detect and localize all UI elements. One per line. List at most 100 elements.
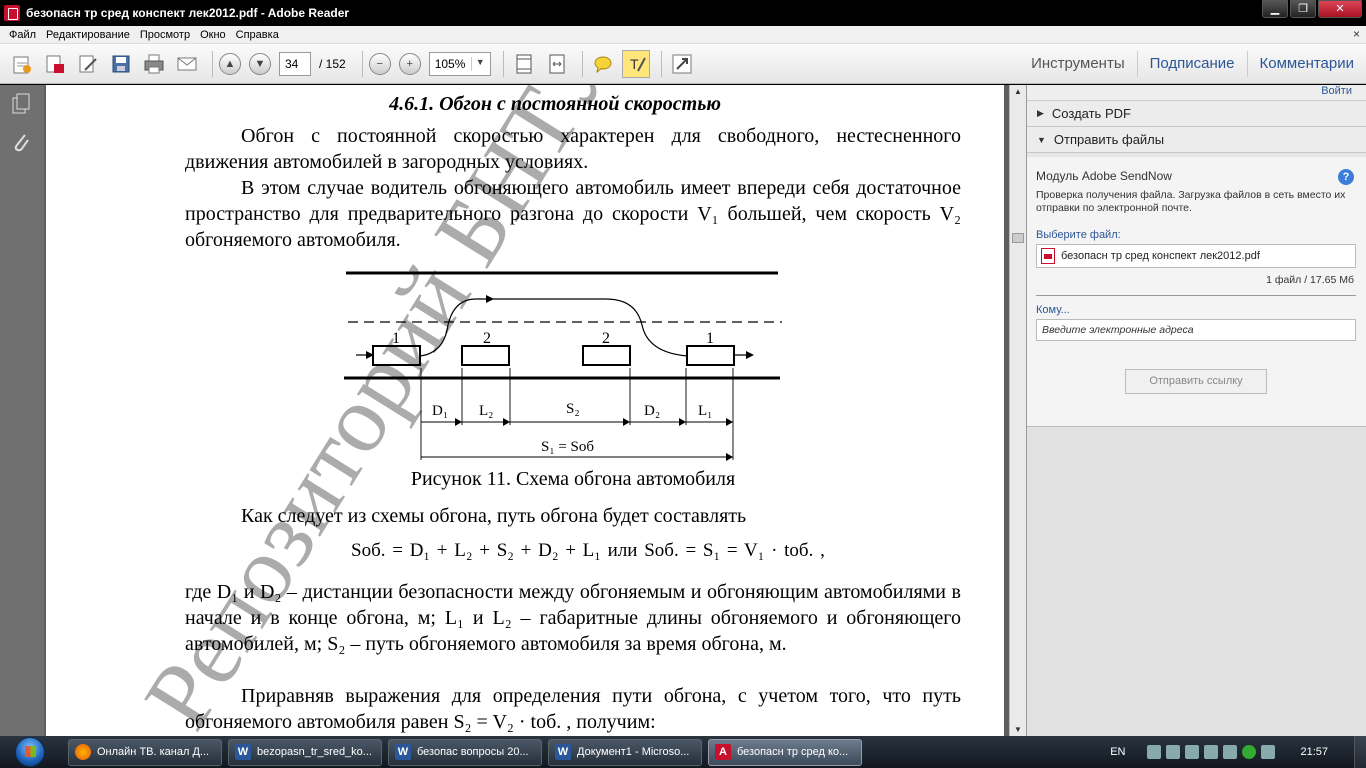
task-label: Онлайн ТВ. канал Д...	[97, 746, 210, 758]
toolbar-separator	[581, 50, 583, 77]
module-description: Проверка получения файла. Загрузка файло…	[1036, 189, 1346, 214]
create-pdf-section[interactable]: ▶ Создать PDF	[1027, 101, 1366, 127]
network-icon[interactable]	[1147, 745, 1162, 759]
create-pdf-icon[interactable]	[41, 50, 69, 78]
firefox-icon	[75, 744, 91, 760]
highlight-icon[interactable]: T	[621, 49, 650, 78]
scrollbar-thumb[interactable]	[1012, 233, 1024, 243]
full-screen-icon[interactable]	[668, 50, 696, 78]
taskbar: Онлайн ТВ. канал Д... W bezopasn_tr_sred…	[0, 736, 1366, 768]
task-panel: Войти ▶ Создать PDF ▼ Отправить файлы Мо…	[1026, 85, 1366, 736]
open-icon[interactable]	[8, 50, 36, 78]
chevron-down-icon: ▼	[1037, 134, 1046, 145]
menu-file[interactable]: Файл	[4, 29, 41, 41]
tools-link[interactable]: Инструменты	[1019, 51, 1137, 77]
file-name: безопасн тр сред конспект лек2012.pdf	[1061, 250, 1260, 262]
window-controls: ▁ ❐ ✕	[1262, 0, 1362, 18]
flag-icon[interactable]	[1185, 745, 1200, 759]
menu-view[interactable]: Просмотр	[135, 29, 195, 41]
system-tray: EN 21:57	[1110, 736, 1366, 768]
paragraph: Как следует из схемы обгона, путь обгона…	[185, 503, 961, 529]
taskbar-item-firefox[interactable]: Онлайн ТВ. канал Д...	[68, 738, 222, 766]
email-icon[interactable]	[173, 50, 201, 78]
car-label: 2	[483, 330, 491, 347]
scroll-down-icon[interactable]: ▼	[1014, 725, 1022, 734]
previous-page-button[interactable]: ▲	[219, 52, 241, 75]
comment-link[interactable]: Комментарии	[1246, 51, 1366, 77]
menu-bar: Файл Редактирование Просмотр Окно Справк…	[0, 26, 1366, 44]
send-link-button[interactable]: Отправить ссылку	[1125, 369, 1267, 394]
file-selector[interactable]: безопасн тр сред конспект лек2012.pdf	[1036, 244, 1356, 268]
sign-link[interactable]: Подписание	[1136, 51, 1247, 77]
chevron-down-icon[interactable]: ▼	[470, 56, 485, 71]
fit-page-icon[interactable]	[510, 50, 538, 78]
task-label: безопасн тр сред ко...	[737, 746, 849, 758]
overtaking-diagram: 1 2 2 1 D₁ L₂ S₂ D₂ L₁ S₁ = Sоб	[344, 271, 782, 461]
close-button[interactable]: ✕	[1318, 0, 1362, 18]
battery-icon[interactable]	[1204, 745, 1219, 759]
save-icon[interactable]	[107, 50, 135, 78]
attachments-icon[interactable]	[10, 131, 32, 153]
panel-empty-area	[1027, 427, 1366, 736]
email-field[interactable]: Введите электронные адреса	[1036, 319, 1356, 341]
zoom-in-button[interactable]: +	[398, 52, 421, 75]
dimension-label: S₂	[566, 401, 580, 417]
toolbar-separator	[212, 50, 213, 77]
menu-help[interactable]: Справка	[231, 29, 284, 41]
vertical-scrollbar[interactable]: ▲ ▼	[1009, 85, 1026, 736]
antivirus-icon[interactable]	[1242, 745, 1257, 759]
chevron-right-icon: ▶	[1037, 108, 1044, 118]
section-heading: 4.6.1. Обгон с постоянной скоростью	[389, 93, 721, 115]
send-files-section[interactable]: ▼ Отправить файлы	[1027, 127, 1366, 153]
page-thumbnails-icon[interactable]	[10, 93, 32, 115]
taskbar-item-word[interactable]: W bezopasn_tr_sred_ko...	[228, 738, 382, 766]
volume-icon[interactable]	[1223, 745, 1238, 759]
file-count: 1 файл / 17.65 Мб	[1266, 274, 1354, 286]
car-label: 2	[602, 330, 610, 347]
adobe-reader-icon	[4, 5, 20, 21]
maximize-button[interactable]: ❐	[1290, 0, 1316, 18]
edit-icon[interactable]	[74, 50, 102, 78]
scroll-up-icon[interactable]: ▲	[1014, 87, 1022, 96]
paragraph-text: Обгон с постоянной скоростью характерен …	[185, 125, 961, 173]
taskbar-item-word[interactable]: W Документ1 - Microso...	[548, 738, 702, 766]
zoom-out-button[interactable]: −	[368, 52, 391, 75]
start-button[interactable]	[10, 736, 50, 768]
adobe-reader-icon: A	[715, 744, 731, 760]
comment-icon[interactable]	[589, 50, 617, 78]
word-icon: W	[235, 744, 251, 760]
dimension-label: L₂	[479, 403, 493, 419]
document-area[interactable]: 4.6.1. Обгон с постоянной скоростью Обго…	[44, 85, 1010, 736]
dimension-label: D₁	[432, 403, 448, 419]
menu-window[interactable]: Окно	[195, 29, 231, 41]
menu-edit[interactable]: Редактирование	[41, 29, 135, 41]
taskbar-item-adobe-reader[interactable]: A безопасн тр сред ко...	[708, 738, 862, 766]
show-desktop-button[interactable]	[1354, 736, 1366, 768]
close-document-icon[interactable]: ×	[1353, 27, 1360, 41]
help-icon[interactable]: ?	[1338, 169, 1354, 185]
language-indicator[interactable]: EN	[1110, 746, 1125, 758]
paragraph-text: Как следует из схемы обгона, путь обгона…	[241, 505, 747, 527]
sign-in-link[interactable]: Войти	[1321, 85, 1352, 97]
module-title: Модуль Adobe SendNow	[1036, 169, 1172, 183]
minimize-button[interactable]: ▁	[1262, 0, 1288, 18]
taskbar-item-word[interactable]: W безопас вопросы 20...	[388, 738, 542, 766]
paragraph-text: где D₁ и D₂ – дистанции безопасности меж…	[185, 581, 961, 655]
zoom-select[interactable]: 105% ▼	[428, 51, 491, 76]
page-number-input[interactable]: 34	[279, 51, 311, 76]
paragraph: Приравняв выражения для определения пути…	[185, 683, 961, 735]
monitor-icon[interactable]	[1166, 745, 1181, 759]
page-count: / 152	[319, 56, 346, 71]
print-icon[interactable]	[140, 50, 168, 78]
toolbar-separator	[502, 50, 504, 77]
fit-width-icon[interactable]	[543, 50, 571, 78]
task-pane-links: Инструменты Подписание Комментарии	[1019, 44, 1366, 84]
toolbar-separator	[660, 50, 662, 77]
next-page-button[interactable]: ▼	[249, 52, 271, 75]
clock[interactable]: 21:57	[1300, 746, 1328, 758]
paragraph-text: Приравняв выражения для определения пути…	[185, 685, 961, 733]
to-label[interactable]: Кому...	[1036, 304, 1356, 316]
zoom-value: 105%	[434, 56, 466, 71]
wifi-icon[interactable]	[1261, 745, 1276, 759]
title-bar: безопасн тр сред конспект лек2012.pdf - …	[0, 0, 1366, 26]
